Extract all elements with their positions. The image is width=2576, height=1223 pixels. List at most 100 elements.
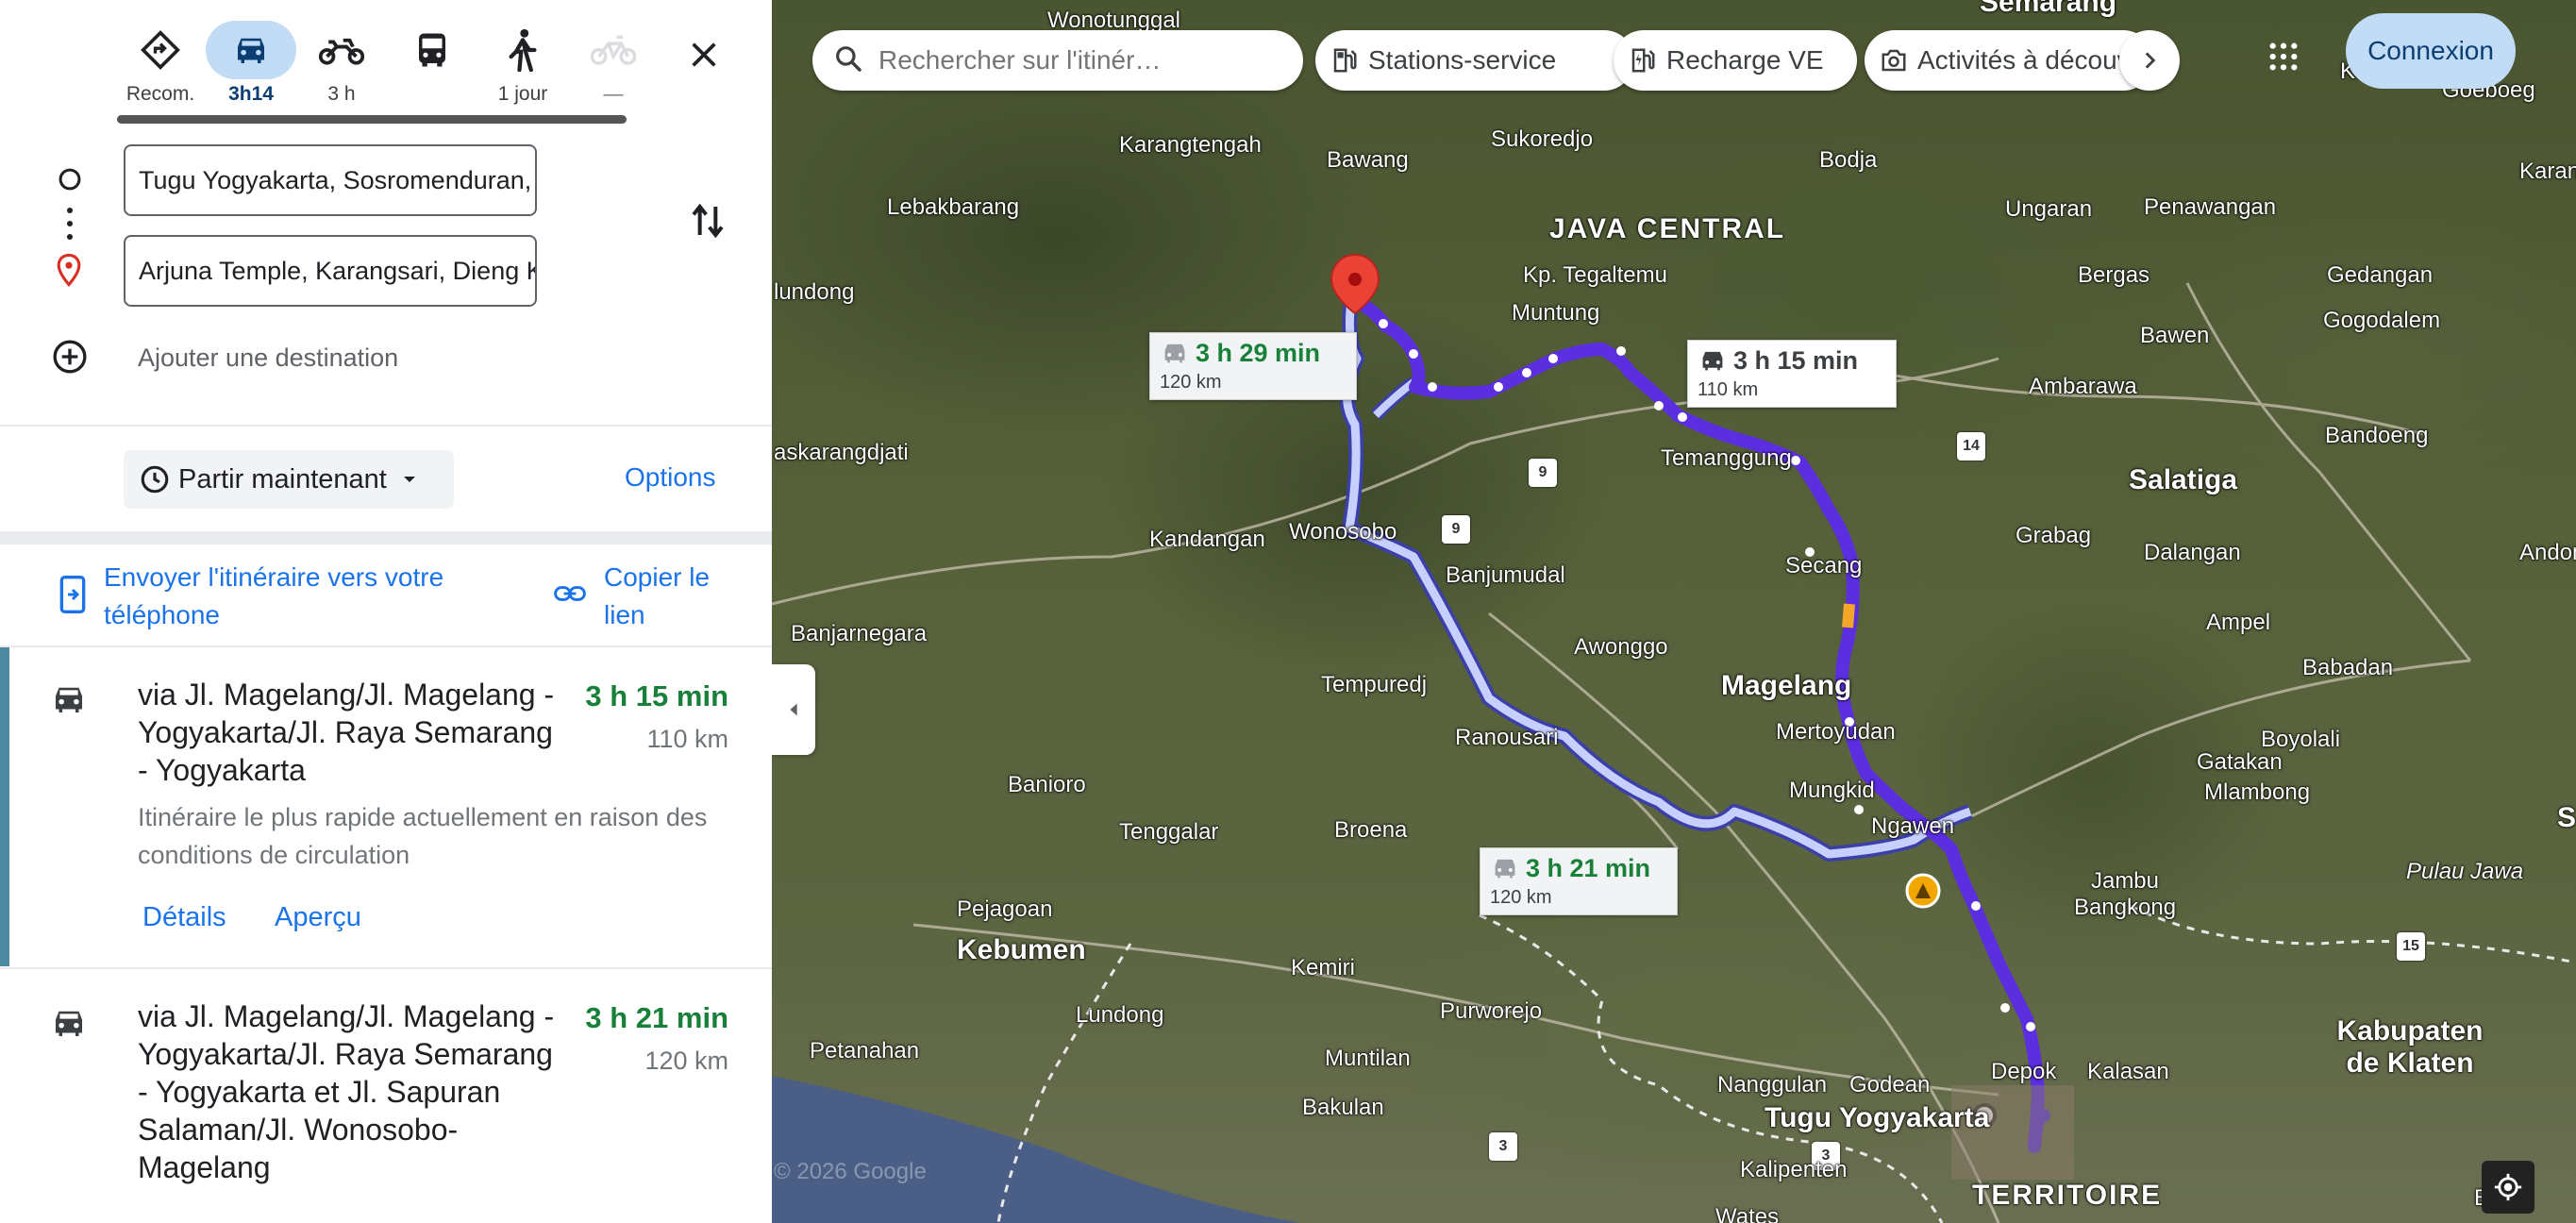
map-canvas[interactable]: 3 h 29 min 120 km 3 h 15 min 110 km 3 h …: [772, 0, 2576, 1223]
mode-transit[interactable]: [387, 21, 477, 115]
sea: [772, 1076, 1300, 1223]
place-label: Gogodalem: [2323, 308, 2441, 333]
route-distance: 110 km: [646, 725, 728, 753]
car-icon: [1698, 348, 1728, 377]
car-icon: [1160, 341, 1190, 370]
section-divider: [0, 425, 772, 427]
chip-label: Stations-service: [1368, 45, 1557, 75]
roadwork-icon[interactable]: [1905, 873, 1941, 909]
place-label: Mungkid: [1789, 778, 1875, 803]
destination-input[interactable]: Arjuna Temple, Karangsari, Dieng Kulon, …: [124, 235, 537, 307]
road-shield: 9: [1442, 515, 1470, 544]
my-location-icon: [2494, 1173, 2522, 1201]
clock-icon: [141, 465, 169, 494]
close-icon: [692, 42, 716, 67]
chip-ev-charging[interactable]: Recharge VE: [1614, 30, 1857, 91]
car-icon: [56, 687, 82, 712]
chevron-right-icon: [2145, 52, 2156, 69]
route-search-box[interactable]: [812, 30, 1303, 91]
add-circle-icon[interactable]: [51, 338, 89, 376]
place-label: Gedangan: [2327, 262, 2434, 288]
mode-label: 3 h: [327, 83, 356, 105]
ev-charging-icon: [1631, 48, 1655, 73]
place-label: Andong: [2519, 540, 2576, 565]
depart-now-dropdown[interactable]: Partir maintenant: [124, 450, 454, 509]
mode-recommended[interactable]: Recom.: [115, 21, 206, 115]
origin-circle-icon: [59, 168, 81, 191]
place-label: lundong: [774, 279, 855, 305]
road-shield: 9: [1529, 459, 1557, 487]
options-button[interactable]: Options: [625, 462, 716, 493]
route-duration: 3 h 21 min: [585, 1001, 728, 1034]
collapse-panel-button[interactable]: [772, 664, 815, 755]
mode-bicycle[interactable]: —: [568, 21, 659, 115]
origin-input[interactable]: Tugu Yogyakarta, Sosromenduran, Gedongte…: [124, 144, 537, 216]
copy-link-button[interactable]: Copier le lien: [604, 559, 736, 634]
place-label: Ampel: [2206, 610, 2271, 635]
place-label: Tenggalar: [1119, 819, 1219, 845]
mode-car[interactable]: 3h14: [206, 21, 296, 115]
selected-route-indicator: [0, 647, 9, 966]
place-label: Gatakan: [2197, 749, 2283, 775]
mode-walk[interactable]: 1 jour: [477, 21, 568, 115]
route-search-input[interactable]: [877, 44, 1258, 76]
place-label: Kemiri: [1291, 955, 1356, 980]
route-label-alt-2[interactable]: 3 h 21 min 120 km: [1480, 847, 1678, 915]
route-label-distance: 110 km: [1698, 379, 1759, 400]
mode-motorbike[interactable]: 3 h: [296, 21, 387, 115]
route-label-alt-1[interactable]: 3 h 29 min 120 km: [1149, 332, 1357, 400]
route-preview-button[interactable]: Aperçu: [275, 902, 361, 933]
depart-label: Partir maintenant: [178, 463, 387, 494]
road-shield: 15: [2397, 932, 2425, 961]
route-option-1[interactable]: via Jl. Magelang/Jl. Magelang - Yogyakar…: [0, 647, 772, 966]
road-shield: 3: [1489, 1132, 1517, 1161]
my-location-button[interactable]: [2482, 1161, 2534, 1214]
place-label: Kalasan: [2087, 1059, 2169, 1084]
chips-next-button[interactable]: [2119, 30, 2180, 91]
place-label: Jambu Bangkong: [2073, 868, 2177, 920]
send-to-phone-link[interactable]: Envoyer l'itinéraire vers votre téléphon…: [104, 559, 500, 634]
place-label: Kp. Tegaltemu: [1523, 262, 1667, 288]
place-label: Wates: [1715, 1204, 1780, 1223]
place-label: Bergas: [2078, 262, 2150, 288]
place-label: Kalipenten: [1740, 1157, 1848, 1182]
route-title: via Jl. Magelang/Jl. Magelang - Yogyakar…: [138, 999, 555, 1184]
place-label: Tugu Yogyakarta: [1765, 1102, 1990, 1133]
place-label: Wonosobo: [1289, 519, 1397, 544]
car-icon: [56, 1011, 82, 1036]
route-distance: 120 km: [644, 1047, 728, 1075]
directions-diamond-icon: [115, 21, 206, 79]
place-label: Purworejo: [1440, 998, 1543, 1024]
mode-label: Recom.: [125, 83, 195, 105]
modes-scrollbar[interactable]: [117, 115, 627, 124]
route-option-2[interactable]: via Jl. Magelang/Jl. Magelang - Yogyakar…: [0, 969, 772, 1223]
add-destination-link[interactable]: Ajouter une destination: [138, 343, 398, 373]
place-label: Sukoredjo: [1491, 126, 1594, 152]
close-directions-button[interactable]: [676, 26, 732, 83]
dots-vertical-icon: [66, 207, 74, 241]
route-label-time: 3 h 21 min: [1526, 854, 1651, 882]
place-label: Bodja: [1819, 147, 1878, 173]
route-label-time: 3 h 29 min: [1196, 339, 1321, 367]
place-label: Karangtengah: [1119, 132, 1262, 158]
place-label: Kebumen: [957, 934, 1086, 965]
bicycle-icon: [568, 21, 659, 79]
share-row: Envoyer l'itinéraire vers votre téléphon…: [0, 549, 772, 644]
apps-button[interactable]: [2255, 28, 2312, 85]
link-icon: [554, 586, 586, 601]
place-label: Pejagoan: [957, 896, 1053, 922]
route-label-main[interactable]: 3 h 15 min 110 km: [1687, 340, 1897, 408]
chip-gas-stations[interactable]: Stations-service: [1315, 30, 1634, 91]
search-icon: [833, 43, 863, 78]
route-details-button[interactable]: Détails: [142, 902, 226, 933]
place-label: Karangr: [2519, 159, 2576, 184]
motorbike-icon: [296, 21, 387, 79]
swap-waypoints-button[interactable]: [679, 193, 736, 249]
place-label: Banjarnegara: [791, 621, 928, 646]
swap-vertical-icon: [692, 203, 724, 239]
map-copyright: © 2026 Google: [774, 1159, 927, 1184]
car-icon: [206, 21, 296, 79]
chip-activities[interactable]: Activités à découvrir: [1865, 30, 2153, 91]
sign-in-button[interactable]: Connexion: [2346, 13, 2516, 89]
directions-panel: Recom. 3h14 3 h 1 jour — Tugu Yogyakarta…: [0, 0, 772, 1223]
